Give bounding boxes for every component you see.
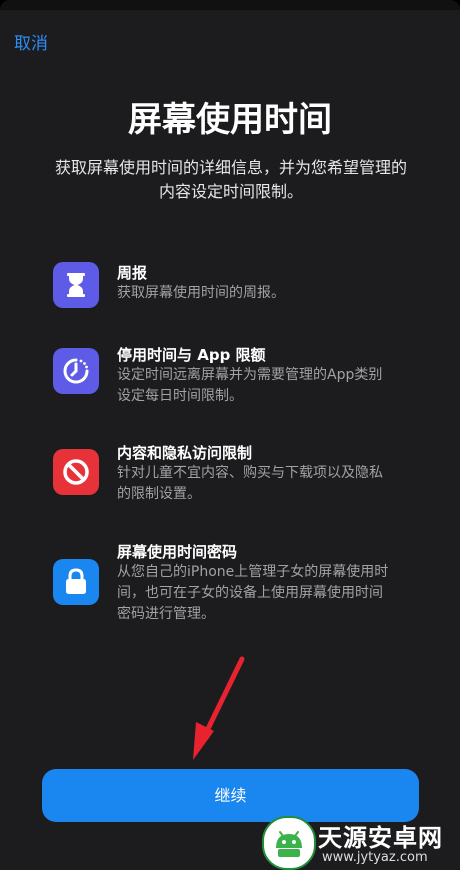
screen-time-sheet: 取消 屏幕使用时间 获取屏幕使用时间的详细信息，并为您希望管理的内容设定时间限制…: [0, 0, 460, 870]
watermark-url: www.jytyaz.com: [322, 850, 428, 865]
annotation-arrow-icon: [193, 656, 245, 760]
watermark-name: 天源安卓网: [318, 824, 443, 852]
android-logo-icon: [262, 816, 316, 870]
watermark: 天源安卓网 www.jytyaz.com: [258, 812, 460, 870]
